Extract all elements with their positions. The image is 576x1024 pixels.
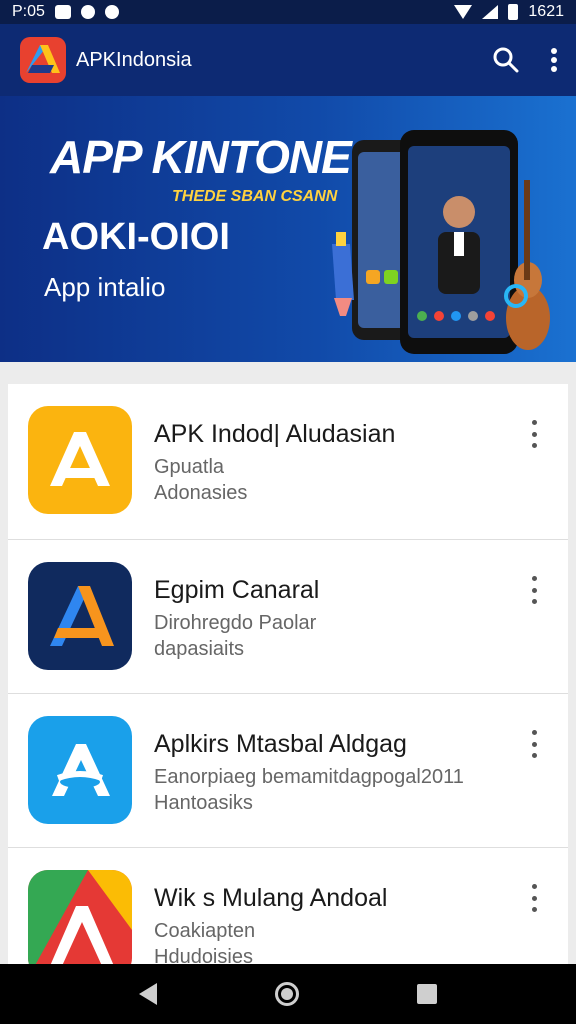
list-item[interactable]: Egpim Canaral Dirohregdo Paolar dapasiai… xyxy=(8,540,568,694)
item-more-icon[interactable] xyxy=(524,884,544,912)
battery-icon xyxy=(508,4,519,20)
app-actions xyxy=(492,46,558,74)
notification-icon xyxy=(54,5,71,19)
app-notification-icon xyxy=(104,5,119,19)
app-description: Eanorpiaeg bemamitdagpogal2011 xyxy=(154,766,464,788)
back-icon[interactable] xyxy=(139,983,157,1005)
promo-banner[interactable]: APP KINTONE SA THEDE SBAN CSANN AOKI-OIO… xyxy=(0,96,576,362)
app-name: APK Indod| Aludasian xyxy=(154,420,396,448)
app-list: APK Indod| Aludasian Gpuatla Adonasies E… xyxy=(8,384,568,964)
app-title: APKIndonsia xyxy=(76,48,192,71)
phones-illustration xyxy=(332,130,550,354)
app-description: Dirohregdo Paolar xyxy=(154,612,317,634)
banner-tagline: THEDE SBAN CSANN xyxy=(172,188,338,205)
banner-code: AOKI-OIOI xyxy=(42,216,230,258)
app-category: dapasiaits xyxy=(154,638,245,660)
item-more-icon[interactable] xyxy=(524,730,544,758)
apk-a-blue-icon[interactable] xyxy=(28,716,132,824)
more-vert-icon[interactable] xyxy=(550,47,558,73)
status-time: P:05 xyxy=(12,3,45,20)
app-name: Wik s Mulang Andoal xyxy=(154,884,388,912)
list-item[interactable]: Aplkirs Mtasbal Aldgag Eanorpiaeg bemami… xyxy=(8,694,568,848)
app-description: Gpuatla xyxy=(154,456,225,478)
app-category: Hdudoisies xyxy=(154,946,253,964)
apk-a-navy-orange-icon[interactable] xyxy=(28,562,132,670)
app-name: Aplkirs Mtasbal Aldgag xyxy=(154,730,407,758)
home-icon[interactable] xyxy=(275,982,299,1006)
wifi-icon xyxy=(454,5,473,19)
apk-a-multicolor-icon[interactable] xyxy=(28,870,132,964)
app-bar: APKIndonsia xyxy=(0,24,576,96)
status-clock: 1621 xyxy=(528,3,564,20)
recents-icon[interactable] xyxy=(417,984,437,1004)
signal-icon xyxy=(482,5,499,19)
app-name: Egpim Canaral xyxy=(154,576,320,604)
status-bar: P:05 1621 xyxy=(0,0,576,24)
apk-logo-icon xyxy=(20,37,66,83)
banner-subtitle: App intalio xyxy=(44,272,166,302)
app-category: Adonasies xyxy=(154,482,248,504)
item-more-icon[interactable] xyxy=(524,576,544,604)
list-item[interactable]: Wik s Mulang Andoal Coakiapten Hdudoisie… xyxy=(8,848,568,964)
settings-notification-icon xyxy=(80,5,95,19)
item-more-icon[interactable] xyxy=(524,420,544,448)
list-item[interactable]: APK Indod| Aludasian Gpuatla Adonasies xyxy=(8,384,568,540)
system-nav-bar xyxy=(0,964,576,1024)
app-description: Coakiapten xyxy=(154,920,256,942)
apk-a-yellow-icon[interactable] xyxy=(28,406,132,514)
search-icon[interactable] xyxy=(492,46,520,74)
status-right: 1621 xyxy=(454,3,564,21)
status-left: P:05 xyxy=(12,3,119,21)
app-category: Hantoasiks xyxy=(154,792,253,814)
